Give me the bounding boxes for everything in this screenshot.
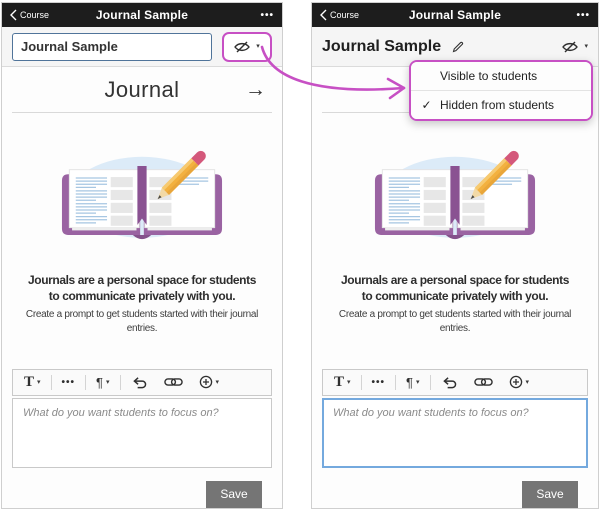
save-button[interactable]: Save: [522, 481, 578, 508]
undo-icon: [441, 376, 458, 389]
text-style-button[interactable]: T ▾: [16, 370, 49, 395]
save-button[interactable]: Save: [206, 481, 262, 508]
chevron-down-icon: ▾: [216, 379, 220, 386]
eye-slash-icon: [562, 41, 578, 53]
paragraph-icon: ¶: [96, 375, 103, 390]
ellipsis-icon: •••: [62, 377, 76, 388]
sub-line-2: entries.: [4, 322, 280, 337]
link-icon: [164, 377, 183, 387]
journal-illustration: [363, 129, 547, 249]
text-style-button[interactable]: T ▾: [326, 370, 359, 395]
menu-item-label: Visible to students: [440, 69, 537, 83]
overflow-menu-button[interactable]: •••: [576, 10, 590, 21]
prompt-textarea-focused[interactable]: [322, 398, 588, 468]
chevron-left-icon: [320, 9, 327, 21]
sub-text: Create a prompt to get students started …: [4, 308, 280, 337]
toolbar-divider: [395, 375, 396, 390]
menu-item-visible-to-students[interactable]: Visible to students: [411, 62, 591, 90]
open-journal-arrow[interactable]: →: [245, 78, 266, 102]
link-icon: [474, 377, 493, 387]
menu-item-label: Hidden from students: [440, 98, 554, 112]
chevron-left-icon: [10, 9, 17, 21]
paragraph-button[interactable]: ¶ ▾: [398, 370, 428, 395]
check-icon: ✓: [420, 98, 433, 112]
actions-row: Save: [22, 481, 262, 508]
phone-screen-visibility-menu: Course Journal Sample ••• Journal Sample…: [311, 2, 599, 509]
prompt-editor: T ▾ ••• ¶ ▾: [12, 369, 272, 508]
visibility-toggle-button[interactable]: ▾: [222, 32, 272, 62]
journal-heading: Journal: [105, 77, 180, 103]
toolbar-divider: [120, 375, 121, 390]
lead-line-1: Journals are a personal space for studen…: [6, 273, 278, 289]
editor-toolbar: T ▾ ••• ¶ ▾: [12, 369, 272, 396]
lead-line-1: Journals are a personal space for studen…: [316, 273, 594, 289]
back-button[interactable]: Course: [10, 9, 49, 21]
undo-button[interactable]: [123, 370, 156, 395]
eye-slash-icon: [234, 41, 250, 53]
actions-row: Save: [332, 481, 578, 508]
pencil-edit-icon: [451, 40, 465, 54]
insert-content-button[interactable]: ▾: [191, 370, 228, 395]
back-button[interactable]: Course: [320, 9, 359, 21]
app-bar: Course Journal Sample •••: [2, 3, 282, 27]
chevron-down-icon: ▾: [347, 379, 351, 386]
sub-line-1: Create a prompt to get students started …: [4, 308, 280, 323]
sub-line-1: Create a prompt to get students started …: [314, 308, 596, 323]
edit-title-button[interactable]: [451, 40, 465, 54]
visibility-dropdown-menu: Visible to students ✓ Hidden from studen…: [409, 60, 593, 121]
undo-icon: [131, 376, 148, 389]
lead-line-2: to communicate privately with you.: [6, 289, 278, 305]
text-style-icon: T: [24, 374, 34, 391]
prompt-textarea[interactable]: [12, 398, 272, 468]
paragraph-button[interactable]: ¶ ▾: [88, 370, 118, 395]
chevron-down-icon: ▾: [526, 379, 530, 386]
lead-text: Journals are a personal space for studen…: [316, 273, 594, 305]
paragraph-icon: ¶: [406, 375, 413, 390]
back-label: Course: [20, 10, 49, 20]
text-style-icon: T: [334, 374, 344, 391]
lead-text: Journals are a personal space for studen…: [6, 273, 278, 305]
undo-button[interactable]: [433, 370, 466, 395]
menu-item-hidden-from-students[interactable]: ✓ Hidden from students: [411, 90, 591, 119]
lead-line-2: to communicate privately with you.: [316, 289, 594, 305]
phone-screen-edit-title: Course Journal Sample ••• ▾ Journal →: [1, 2, 283, 509]
journal-heading-row: Journal →: [2, 67, 282, 113]
chevron-down-icon: ▾: [416, 379, 420, 386]
prompt-editor: T ▾ ••• ¶ ▾: [322, 369, 588, 508]
editor-toolbar: T ▾ ••• ¶ ▾: [322, 369, 588, 396]
visibility-toggle-button[interactable]: ▾: [562, 41, 588, 53]
sub-line-2: entries.: [314, 322, 596, 337]
toolbar-divider: [85, 375, 86, 390]
journal-title-input[interactable]: [12, 33, 212, 61]
plus-circle-icon: [509, 375, 523, 389]
back-label: Course: [330, 10, 359, 20]
overflow-menu-button[interactable]: •••: [260, 10, 274, 21]
more-options-button[interactable]: •••: [54, 370, 84, 395]
chevron-down-icon: ▾: [256, 43, 260, 50]
toolbar-divider: [361, 375, 362, 390]
plus-circle-icon: [199, 375, 213, 389]
sub-text: Create a prompt to get students started …: [314, 308, 596, 337]
app-bar: Course Journal Sample •••: [312, 3, 598, 27]
insert-link-button[interactable]: [466, 370, 501, 395]
journal-title-text: Journal Sample: [322, 38, 441, 56]
more-options-button[interactable]: •••: [364, 370, 394, 395]
chevron-down-icon: ▾: [37, 379, 41, 386]
ellipsis-icon: •••: [372, 377, 386, 388]
chevron-down-icon: ▾: [106, 379, 110, 386]
toolbar-divider: [430, 375, 431, 390]
insert-content-button[interactable]: ▾: [501, 370, 538, 395]
journal-illustration: [50, 129, 234, 249]
insert-link-button[interactable]: [156, 370, 191, 395]
toolbar-divider: [51, 375, 52, 390]
title-edit-row: ▾: [2, 27, 282, 67]
chevron-down-icon: ▾: [584, 43, 588, 50]
